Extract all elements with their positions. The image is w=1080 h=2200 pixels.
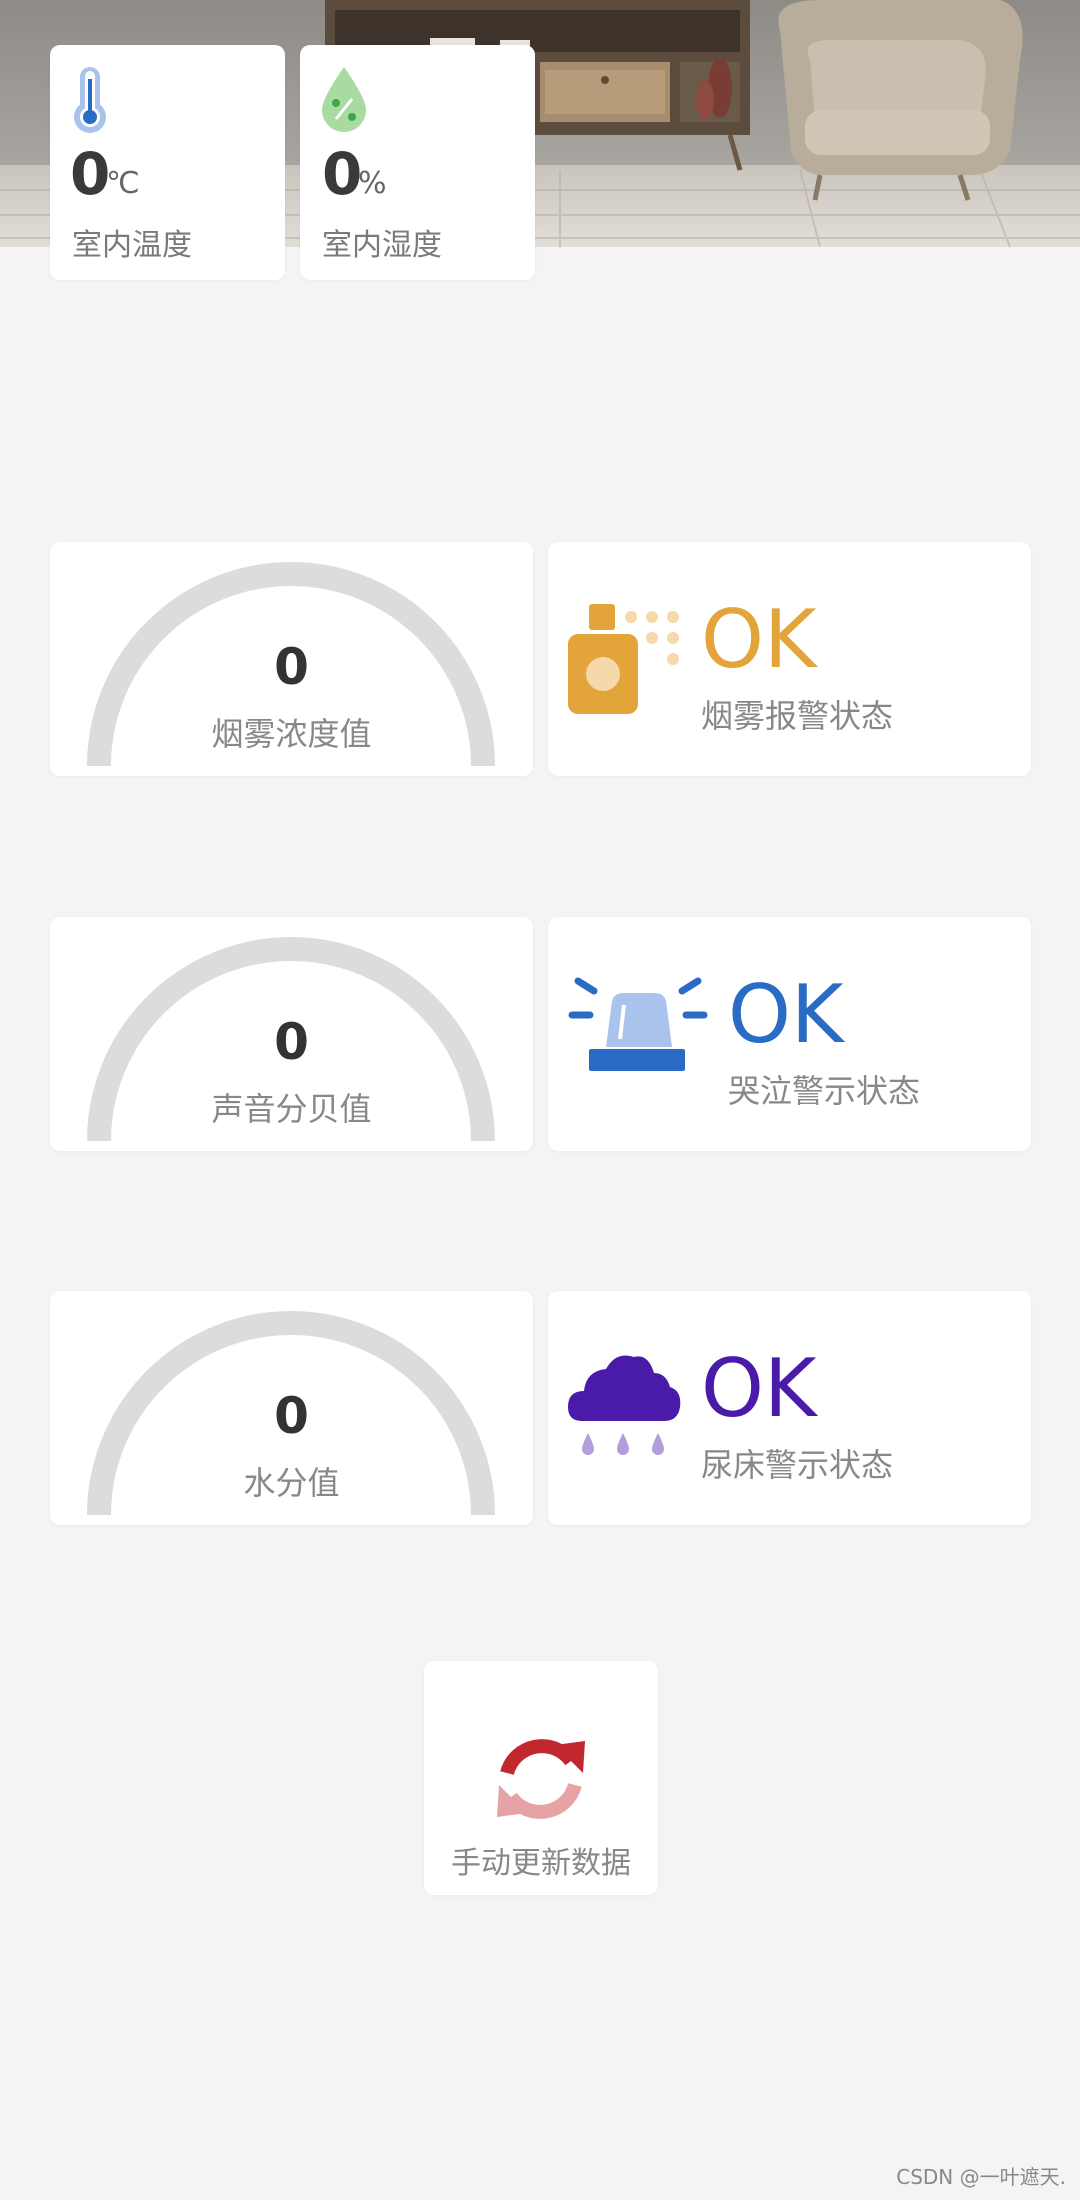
moisture-gauge-card: 0 水分值 bbox=[50, 1291, 533, 1525]
sound-decibel-label: 声音分贝值 bbox=[211, 1090, 372, 1128]
crying-alert-label: 哭泣警示状态 bbox=[728, 1072, 921, 1110]
manual-refresh-label: 手动更新数据 bbox=[451, 1846, 631, 1881]
sound-decibel-gauge-card: 0 声音分贝值 bbox=[50, 917, 533, 1151]
watermark-text: CSDN @一叶遮天. bbox=[896, 2165, 1066, 2189]
refresh-icon bbox=[497, 1739, 585, 1819]
crying-alert-status-card: OK 哭泣警示状态 bbox=[548, 917, 1031, 1151]
manual-refresh-button[interactable]: 手动更新数据 bbox=[424, 1661, 658, 1895]
bedwetting-alert-status-card: OK 尿床警示状态 bbox=[548, 1291, 1031, 1525]
temperature-unit: ℃ bbox=[106, 166, 140, 201]
bedwetting-alert-value: OK bbox=[701, 1342, 817, 1435]
sound-decibel-value: 0 bbox=[274, 1013, 309, 1071]
smoke-detector-icon bbox=[568, 604, 679, 714]
smoke-concentration-gauge-card: 0 烟雾浓度值 bbox=[50, 542, 533, 776]
thermometer-icon bbox=[74, 67, 106, 133]
smoke-alarm-status-card: OK 烟雾报警状态 bbox=[548, 542, 1031, 776]
smoke-concentration-value: 0 bbox=[274, 638, 309, 696]
temperature-card: 0 ℃ 室内温度 bbox=[50, 45, 285, 280]
smoke-alarm-value: OK bbox=[701, 593, 817, 686]
siren-icon bbox=[568, 977, 708, 1071]
humidity-value: 0 bbox=[322, 140, 363, 208]
temperature-label: 室内温度 bbox=[72, 228, 192, 263]
smoke-alarm-label: 烟雾报警状态 bbox=[701, 697, 894, 735]
rain-cloud-icon bbox=[568, 1355, 681, 1455]
moisture-label: 水分值 bbox=[243, 1464, 340, 1502]
humidity-drop-icon bbox=[322, 67, 366, 132]
bedwetting-alert-label: 尿床警示状态 bbox=[701, 1446, 894, 1484]
smoke-concentration-label: 烟雾浓度值 bbox=[211, 715, 372, 753]
humidity-unit: % bbox=[358, 166, 387, 201]
crying-alert-value: OK bbox=[728, 968, 844, 1061]
temperature-value: 0 bbox=[70, 140, 111, 208]
humidity-card: 0 % 室内湿度 bbox=[300, 45, 535, 280]
humidity-label: 室内湿度 bbox=[322, 228, 442, 263]
moisture-value: 0 bbox=[274, 1387, 309, 1445]
